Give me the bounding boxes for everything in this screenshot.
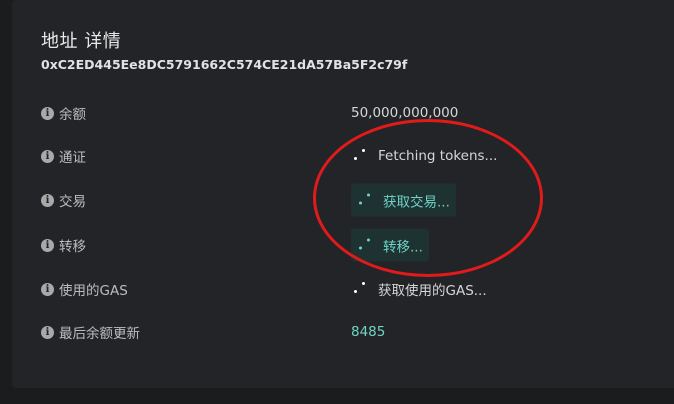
spinner-icon [358,238,372,252]
tokens-row: i 通证 Fetching tokens... [0,139,674,173]
transfers-row: i 转移 转移... [0,228,674,262]
info-icon[interactable]: i [41,282,54,296]
page-title: 地址 详情 [41,31,122,52]
spinner-icon [358,193,372,207]
transactions-row: i 交易 获取交易... [0,183,674,217]
address-hash: 0xC2ED445Ee8DC5791662C574CE21dA57Ba5F2c7… [41,57,408,72]
spinner-icon [353,282,367,296]
last-balance-update-row: i 最后余额更新 8485 [0,315,674,349]
tokens-label: 通证 [59,150,86,166]
balance-value: 50,000,000,000 [351,105,459,121]
gas-used-row: i 使用的GAS 获取使用的GAS... [0,272,674,306]
info-icon[interactable]: i [41,106,54,120]
transactions-label: 交易 [59,194,86,210]
info-icon[interactable]: i [41,325,54,339]
transfers-loading-button[interactable]: 转移... [351,228,429,262]
transfers-value: 转移... [383,239,423,255]
balance-label: 余额 [59,107,86,123]
tokens-value: Fetching tokens... [378,148,498,164]
spinner-icon [353,149,367,163]
info-icon[interactable]: i [41,193,54,207]
transfers-label: 转移 [59,239,86,255]
info-icon[interactable]: i [41,238,54,252]
last-balance-update-label: 最后余额更新 [59,326,140,342]
info-icon[interactable]: i [41,149,54,163]
gas-used-value: 获取使用的GAS... [378,283,487,299]
gas-used-label: 使用的GAS [59,283,128,299]
block-number-link[interactable]: 8485 [351,324,385,340]
transactions-value: 获取交易... [383,194,450,210]
balance-row: i 余额 50,000,000,000 [0,96,674,130]
transactions-loading-button[interactable]: 获取交易... [351,183,456,217]
